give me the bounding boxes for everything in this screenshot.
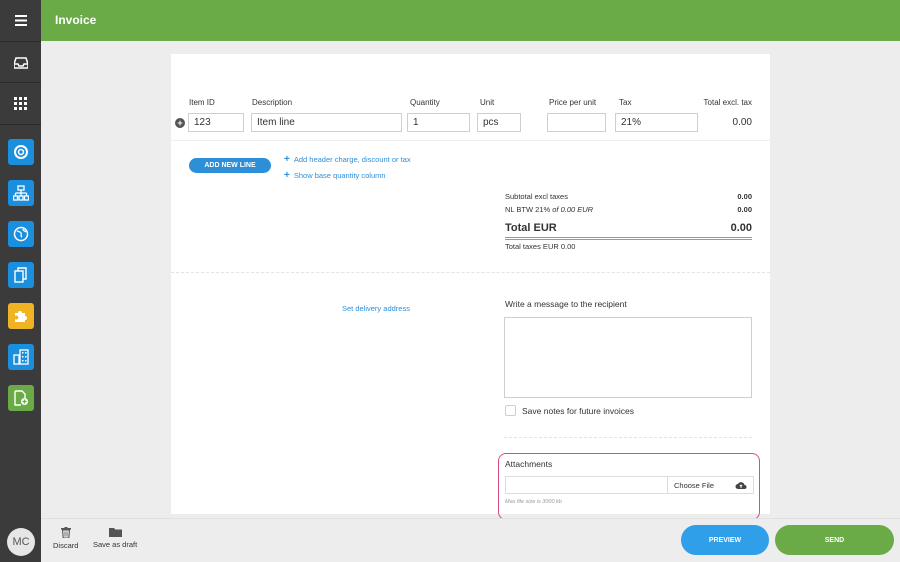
save-notes-label: Save notes for future invoices bbox=[522, 406, 634, 416]
attachments-label: Attachments bbox=[505, 459, 553, 469]
file-size-hint: Max file size is 3000 kb bbox=[505, 499, 562, 505]
tax-field[interactable]: 21% bbox=[615, 113, 698, 132]
tax-value: 0.00 bbox=[737, 205, 752, 214]
tax-label-base: of 0.00 EUR bbox=[552, 205, 594, 214]
cloud-upload-icon bbox=[735, 481, 747, 489]
item-id-field[interactable]: 123 bbox=[188, 113, 244, 132]
subtotal-label: Subtotal excl taxes bbox=[505, 192, 568, 201]
add-header-charge-link[interactable]: + Add header charge, discount or tax bbox=[284, 154, 411, 165]
add-header-charge-label: Add header charge, discount or tax bbox=[293, 155, 411, 164]
column-total: Total excl. tax bbox=[703, 98, 752, 107]
total-taxes: Total taxes EUR 0.00 bbox=[505, 242, 576, 251]
total-row: Total EUR 0.00 bbox=[505, 222, 752, 240]
line-total: 0.00 bbox=[732, 117, 752, 128]
sidebar-divider bbox=[0, 124, 41, 125]
new-invoice-app-icon[interactable] bbox=[8, 385, 34, 411]
column-tax: Tax bbox=[619, 98, 632, 107]
column-quantity: Quantity bbox=[410, 98, 440, 107]
discard-label: Discard bbox=[53, 541, 79, 550]
folder-icon bbox=[108, 528, 122, 537]
save-as-draft-button[interactable]: Save as draft bbox=[93, 527, 137, 549]
choose-file-button[interactable]: Choose File bbox=[667, 477, 753, 493]
row-divider bbox=[171, 140, 770, 141]
file-path-field[interactable] bbox=[506, 477, 667, 493]
quantity-field[interactable]: 1 bbox=[407, 113, 470, 132]
apps-grid-icon[interactable] bbox=[0, 83, 41, 124]
sidebar: MC bbox=[0, 0, 41, 562]
show-base-quantity-label: Show base quantity column bbox=[293, 171, 386, 180]
footer-bar: Discard Save as draft PREVIEW SEND bbox=[41, 518, 900, 562]
column-price: Price per unit bbox=[549, 98, 597, 107]
plus-icon: + bbox=[284, 170, 290, 181]
add-row-icon[interactable]: + bbox=[175, 118, 185, 128]
section-divider bbox=[504, 437, 752, 438]
menu-icon[interactable] bbox=[0, 0, 41, 41]
choose-file-label: Choose File bbox=[674, 480, 715, 490]
avatar[interactable]: MC bbox=[7, 528, 35, 556]
tax-label: NL BTW 21% of 0.00 EUR bbox=[505, 205, 593, 214]
price-field[interactable] bbox=[547, 113, 606, 132]
file-input[interactable]: Choose File bbox=[505, 476, 754, 494]
column-item-id: Item ID bbox=[189, 98, 215, 107]
set-delivery-address-link[interactable]: Set delivery address bbox=[342, 304, 410, 313]
save-as-draft-label: Save as draft bbox=[93, 540, 138, 549]
message-textarea[interactable] bbox=[504, 317, 752, 398]
page-title: Invoice bbox=[55, 13, 97, 27]
column-unit: Unit bbox=[480, 98, 495, 107]
send-button[interactable]: SEND bbox=[775, 525, 894, 555]
puzzle-app-icon[interactable] bbox=[8, 303, 34, 329]
preview-button[interactable]: PREVIEW bbox=[681, 525, 769, 555]
top-bar: Invoice bbox=[41, 0, 900, 41]
unit-field[interactable]: pcs bbox=[477, 113, 521, 132]
support-app-icon[interactable] bbox=[8, 139, 34, 165]
tax-label-prefix: NL BTW 21% bbox=[505, 205, 553, 214]
documents-app-icon[interactable] bbox=[8, 262, 34, 288]
total-taxes-row: Total taxes EUR 0.00 bbox=[505, 242, 752, 251]
plus-icon: + bbox=[284, 154, 290, 165]
save-notes-checkbox[interactable] bbox=[505, 405, 516, 416]
subtotal-value: 0.00 bbox=[737, 192, 752, 201]
invoice-card: Item ID Description Quantity Unit Price … bbox=[171, 54, 770, 520]
inbox-icon[interactable] bbox=[0, 42, 41, 83]
attachments-section: Attachments Choose File Max file size is… bbox=[498, 453, 760, 520]
trash-icon bbox=[60, 527, 71, 538]
discard-button[interactable]: Discard bbox=[53, 527, 78, 550]
add-new-line-button[interactable]: ADD NEW LINE bbox=[189, 158, 271, 173]
message-label: Write a message to the recipient bbox=[505, 299, 627, 309]
subtotal-row: Subtotal excl taxes 0.00 bbox=[505, 192, 752, 201]
globe-app-icon[interactable] bbox=[8, 221, 34, 247]
section-divider bbox=[171, 272, 770, 273]
org-chart-app-icon[interactable] bbox=[8, 180, 34, 206]
description-field[interactable]: Item line bbox=[251, 113, 402, 132]
total-value: 0.00 bbox=[730, 222, 752, 234]
show-base-quantity-link[interactable]: + Show base quantity column bbox=[284, 170, 386, 181]
column-description: Description bbox=[252, 98, 293, 107]
total-label: Total EUR bbox=[505, 222, 557, 234]
tax-row: NL BTW 21% of 0.00 EUR 0.00 bbox=[505, 205, 752, 214]
buildings-app-icon[interactable] bbox=[8, 344, 34, 370]
